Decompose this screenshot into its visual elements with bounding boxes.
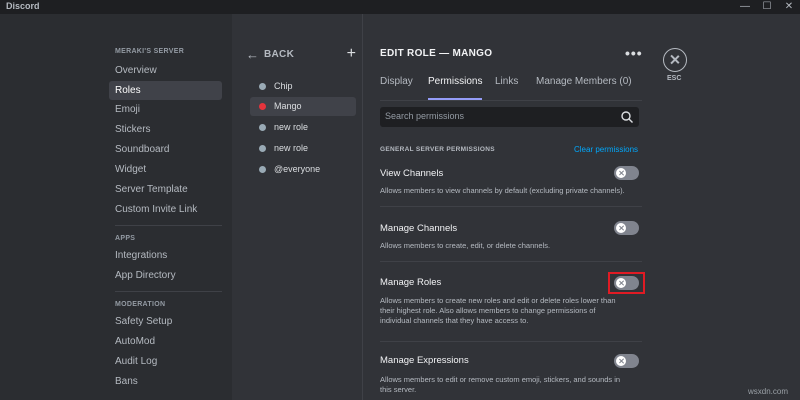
sidebar-item-roles[interactable]: Roles: [109, 81, 222, 100]
sidebar-item-integrations[interactable]: Integrations: [109, 246, 222, 265]
more-options-icon[interactable]: •••: [625, 45, 643, 61]
role-color-dot: [259, 83, 266, 90]
back-button[interactable]: ← BACK +: [246, 45, 356, 63]
tab-manage-members[interactable]: Manage Members (0): [536, 76, 632, 100]
role-item-everyone[interactable]: @everyone: [250, 160, 356, 179]
sidebar-item-audit-log[interactable]: Audit Log: [109, 352, 222, 371]
permissions-section-header: GENERAL SERVER PERMISSIONS: [380, 146, 495, 153]
role-item-mango[interactable]: Mango: [250, 97, 356, 116]
role-color-dot: [259, 145, 266, 152]
title-bar: Discord — ☐ ✕: [0, 0, 800, 14]
permission-title: Manage Roles: [380, 277, 442, 288]
toggle-view-channels[interactable]: [614, 166, 639, 180]
add-role-icon[interactable]: +: [347, 45, 356, 63]
permission-description: individual channels that they have acces…: [380, 316, 529, 325]
clear-permissions-link[interactable]: Clear permissions: [574, 145, 638, 154]
tab-links[interactable]: Links: [495, 76, 518, 100]
permission-description: Allows members to create new roles and e…: [380, 296, 616, 305]
roles-list-panel: ← BACK + Chip Mango new role new role @e…: [232, 14, 362, 400]
esc-label: ESC: [667, 75, 682, 82]
toggle-off-icon: [616, 168, 626, 178]
permission-title: Manage Expressions: [380, 355, 469, 366]
tabs-divider: [380, 100, 642, 101]
role-name: Chip: [274, 81, 293, 91]
permission-divider: [380, 261, 642, 262]
watermark: wsxdn.com: [748, 387, 789, 396]
permission-description: their highest role. Also allows members …: [380, 306, 596, 315]
sidebar-item-widget[interactable]: Widget: [109, 160, 222, 179]
toggle-off-icon: [616, 356, 626, 366]
search-input[interactable]: Search permissions: [380, 107, 639, 127]
sidebar-item-bans[interactable]: Bans: [109, 372, 222, 391]
search-placeholder: Search permissions: [385, 111, 465, 121]
role-item-chip[interactable]: Chip: [250, 77, 356, 96]
role-item-new-role[interactable]: new role: [250, 118, 356, 137]
tab-bar: Display Permissions Links Manage Members…: [380, 76, 642, 100]
sidebar-item-emoji[interactable]: Emoji: [109, 100, 222, 119]
role-name: Mango: [274, 101, 302, 111]
permission-divider: [380, 341, 642, 342]
role-name: @everyone: [274, 164, 321, 174]
permission-divider: [380, 206, 642, 207]
permission-description: Allows members to edit or remove custom …: [380, 375, 621, 384]
close-window-icon[interactable]: ✕: [778, 0, 800, 14]
permission-title: View Channels: [380, 168, 444, 179]
toggle-manage-channels[interactable]: [614, 221, 639, 235]
app-title: Discord: [6, 1, 40, 11]
toggle-manage-expressions[interactable]: [614, 354, 639, 368]
apps-section-header: APPS: [115, 235, 136, 242]
role-name: new role: [274, 122, 309, 132]
server-section-header: MERAKI'S SERVER: [115, 48, 185, 55]
minimize-icon[interactable]: —: [734, 0, 756, 14]
role-color-dot: [259, 124, 266, 131]
permission-description: this server.: [380, 385, 417, 394]
page-title: EDIT ROLE — MANGO: [380, 48, 493, 59]
role-item-new-role[interactable]: new role: [250, 139, 356, 158]
sidebar-item-overview[interactable]: Overview: [109, 61, 222, 80]
tab-display[interactable]: Display: [380, 76, 413, 100]
role-color-dot: [259, 103, 266, 110]
maximize-icon[interactable]: ☐: [756, 0, 778, 14]
close-settings-icon[interactable]: [663, 48, 687, 72]
arrow-left-icon: ←: [246, 47, 259, 62]
sidebar-item-server-template[interactable]: Server Template: [109, 180, 222, 199]
sidebar-item-safety-setup[interactable]: Safety Setup: [109, 312, 222, 331]
sidebar-item-automod[interactable]: AutoMod: [109, 332, 222, 351]
permission-description: Allows members to view channels by defau…: [380, 186, 625, 195]
sidebar-item-custom-invite-link[interactable]: Custom Invite Link: [109, 200, 222, 219]
role-name: new role: [274, 143, 309, 153]
settings-sidebar: MERAKI'S SERVER Overview Roles Emoji Sti…: [0, 14, 232, 400]
edit-role-panel: EDIT ROLE — MANGO ••• Display Permission…: [363, 14, 643, 400]
sidebar-item-soundboard[interactable]: Soundboard: [109, 140, 222, 159]
sidebar-divider: [115, 225, 222, 226]
back-label: BACK: [264, 49, 295, 60]
permission-description: Allows members to create, edit, or delet…: [380, 241, 551, 250]
search-icon: [621, 111, 633, 123]
highlight-box: [608, 272, 645, 294]
permission-title: Manage Channels: [380, 223, 458, 234]
sidebar-divider: [115, 291, 222, 292]
toggle-off-icon: [616, 223, 626, 233]
moderation-section-header: MODERATION: [115, 301, 166, 308]
tab-permissions[interactable]: Permissions: [428, 76, 483, 100]
sidebar-item-stickers[interactable]: Stickers: [109, 120, 222, 139]
role-color-dot: [259, 166, 266, 173]
sidebar-item-app-directory[interactable]: App Directory: [109, 266, 222, 285]
